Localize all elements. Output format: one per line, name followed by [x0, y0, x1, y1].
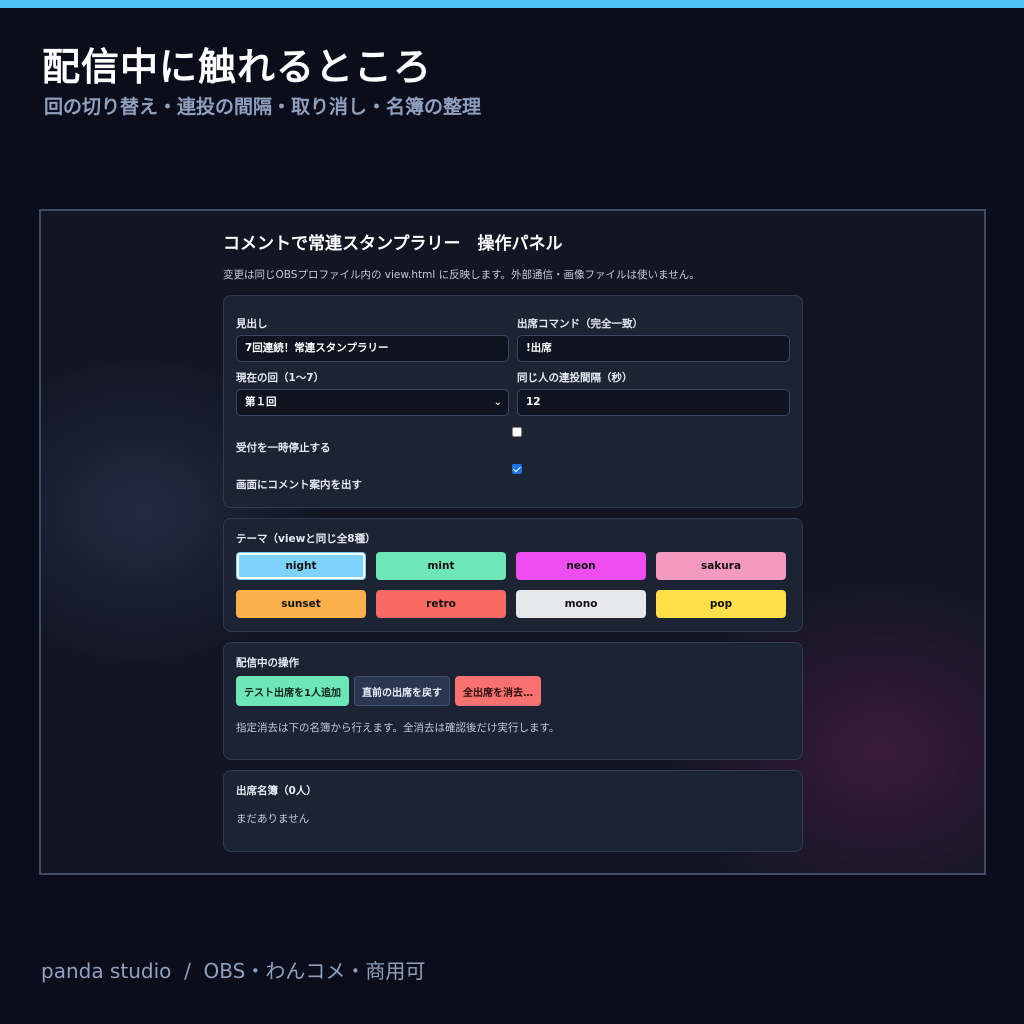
chevron-down-icon: ⌄ — [493, 397, 502, 408]
roster-empty-text: まだありません — [236, 813, 310, 825]
ops-label: 配信中の操作 — [236, 657, 299, 669]
theme-label: テーマ（viewと同じ全8種） — [236, 533, 376, 545]
command-input[interactable]: !出席 — [517, 335, 790, 362]
heading-label: 見出し — [236, 318, 268, 330]
theme-button-mint[interactable]: mint — [376, 552, 506, 580]
theme-card: テーマ（viewと同じ全8種） night mint neon sakura sunse… — [223, 518, 803, 632]
clear-all-attendance-button[interactable]: 全出席を消去… — [454, 676, 541, 706]
ops-note: 指定消去は下の名簿から行えます。全消去は確認後だけ実行します。 — [236, 722, 560, 734]
theme-button-pop[interactable]: pop — [656, 590, 786, 618]
round-select-value: 第１回 — [245, 396, 277, 408]
theme-button-night[interactable]: night — [236, 552, 366, 580]
control-panel: コメントで常連スタンプラリー 操作パネル 変更は同じOBSプロファイル内の vi… — [223, 229, 803, 852]
undo-last-attendance-button[interactable]: 直前の出席を戻す — [353, 676, 450, 706]
theme-grid: night mint neon sakura sunset retro mono pop — [236, 552, 790, 618]
round-field-group: 現在の回（1〜7） 第１回 ⌄ — [236, 370, 509, 416]
roster-card: 出席名簿（0人） まだありません — [223, 770, 803, 852]
hero-subtitle: 回の切り替え・連投の間隔・取り消し・名簿の整理 — [44, 96, 482, 118]
heading-input[interactable]: 7回連続！常連スタンプラリー — [236, 335, 509, 362]
interval-field-group: 同じ人の連投間隔（秒） 12 — [517, 370, 790, 416]
top-accent-bar — [0, 0, 1024, 8]
pause-checkbox[interactable] — [512, 427, 522, 437]
guide-checkbox[interactable] — [512, 464, 522, 474]
footer-credit: panda studio / OBS・わんコメ・商用可 — [41, 959, 426, 983]
command-label: 出席コマンド（完全一致） — [517, 318, 643, 330]
theme-button-sunset[interactable]: sunset — [236, 590, 366, 618]
theme-button-neon[interactable]: neon — [516, 552, 646, 580]
add-test-attendance-button[interactable]: テスト出席を1人追加 — [236, 676, 349, 706]
round-select[interactable]: 第１回 ⌄ — [236, 389, 509, 416]
panel-title: コメントで常連スタンプラリー 操作パネル — [223, 234, 563, 254]
theme-button-mono[interactable]: mono — [516, 590, 646, 618]
round-label: 現在の回（1〜7） — [236, 372, 325, 384]
pause-label: 受付を一時停止する — [236, 442, 331, 454]
interval-label: 同じ人の連投間隔（秒） — [517, 372, 633, 384]
heading-field-group: 見出し 7回連続！常連スタンプラリー — [236, 316, 509, 362]
ops-button-row: テスト出席を1人追加 直前の出席を戻す 全出席を消去… — [236, 676, 790, 706]
ops-card: 配信中の操作 テスト出席を1人追加 直前の出席を戻す 全出席を消去… 指定消去は… — [223, 642, 803, 760]
theme-button-sakura[interactable]: sakura — [656, 552, 786, 580]
command-field-group: 出席コマンド（完全一致） !出席 — [517, 316, 790, 362]
theme-button-retro[interactable]: retro — [376, 590, 506, 618]
roster-label: 出席名簿（0人） — [236, 785, 317, 797]
screenshot-frame: コメントで常連スタンプラリー 操作パネル 変更は同じOBSプロファイル内の vi… — [39, 209, 986, 875]
interval-input[interactable]: 12 — [517, 389, 790, 416]
settings-card: 見出し 7回連続！常連スタンプラリー 出席コマンド（完全一致） !出席 現在の回… — [223, 295, 803, 508]
hero-title: 配信中に触れるところ — [42, 45, 433, 89]
guide-label: 画面にコメント案内を出す — [236, 479, 362, 491]
panel-note: 変更は同じOBSプロファイル内の view.html に反映します。外部通信・画… — [223, 269, 700, 281]
